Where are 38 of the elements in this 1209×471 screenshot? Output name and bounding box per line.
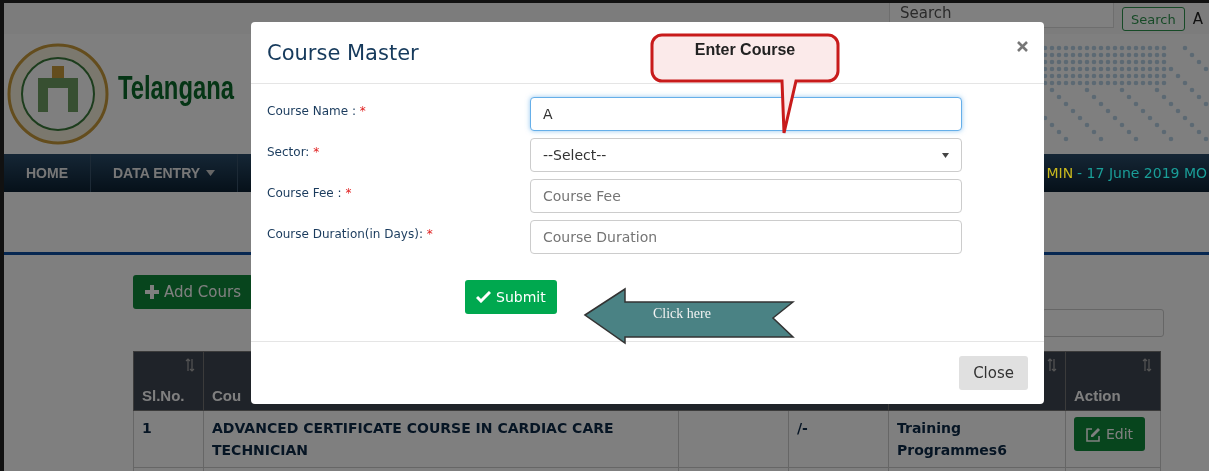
callout-text: Enter Course — [693, 41, 797, 59]
column-header: Action — [1065, 351, 1161, 411]
submit-button[interactable]: Submit — [465, 280, 557, 314]
sort-icon — [1047, 358, 1057, 372]
field-label: Course Fee : * — [267, 185, 353, 202]
caret-icon — [206, 170, 216, 176]
modal-title: Course Master — [267, 40, 419, 65]
edit-icon — [1086, 426, 1101, 442]
nav-item[interactable]: HOME — [4, 154, 91, 192]
sector-dropdown[interactable]: --Select-- — [530, 138, 962, 172]
add-course-button[interactable]: Add Cours — [133, 275, 253, 309]
table-cell: 1 — [133, 410, 204, 468]
field-label: Course Name : * — [267, 103, 367, 120]
news-ticker-text: MIN — [1046, 165, 1074, 181]
table-cell: ADVANCED CERTIFICATE COURSE IN CARDIAC CARE TECHNICIAN — [203, 410, 679, 468]
dropdown-arrow-icon — [942, 152, 949, 158]
table-cell: /- — [788, 410, 889, 468]
column-header: Sl.No. — [133, 351, 204, 411]
close-button[interactable]: Close — [959, 356, 1028, 390]
callout-text: Click here — [653, 306, 711, 322]
close-icon[interactable] — [1017, 41, 1028, 52]
input-field[interactable]: Course Duration — [530, 220, 962, 254]
menu-letter: A — [1192, 10, 1203, 28]
nav-item[interactable]: DATA ENTRY — [91, 154, 239, 192]
input-field[interactable]: A — [530, 97, 962, 131]
input-field[interactable]: Course Fee — [530, 179, 962, 213]
search-button[interactable]: Search — [1122, 7, 1185, 31]
plus-icon — [145, 285, 159, 299]
field-label: Course Duration(in Days): * — [267, 226, 434, 243]
news-ticker-text: - 17 June 2019 MO — [1077, 165, 1207, 181]
site-title: Telangana — [118, 67, 234, 107]
sort-icon — [185, 358, 195, 372]
check-icon — [476, 291, 491, 303]
edit-button[interactable]: Edit — [1074, 417, 1146, 451]
table-cell: Training Programmes6 — [888, 410, 1066, 468]
field-label: Sector: * — [267, 144, 321, 161]
sort-icon — [1142, 358, 1152, 372]
filter-field[interactable] — [1042, 309, 1164, 337]
